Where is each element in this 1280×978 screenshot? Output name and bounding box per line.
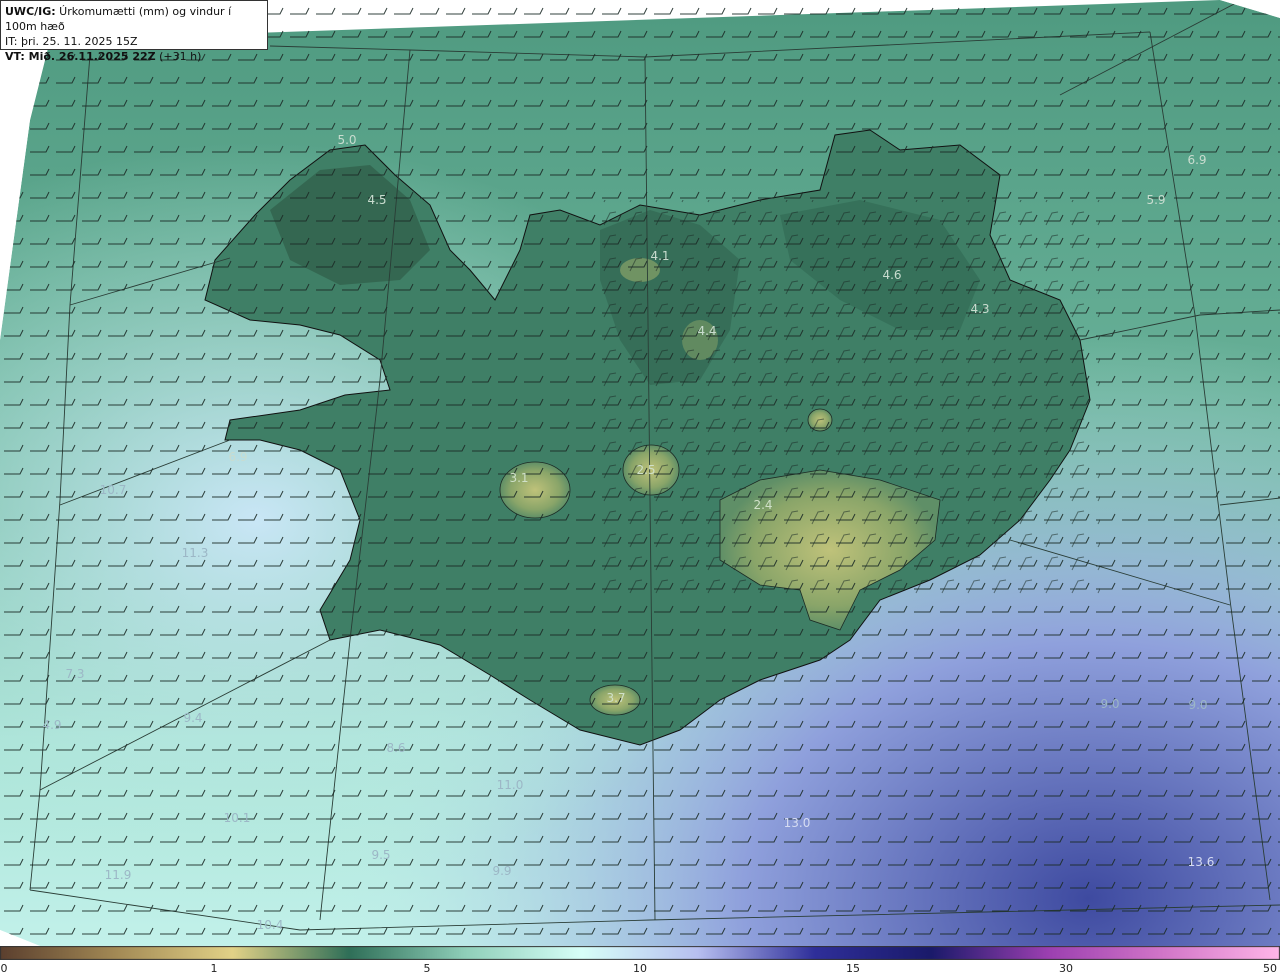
map-info-box: UWC/IG: Úrkomumætti (mm) og vindur í 100… [0, 0, 268, 63]
value-label: 4.5 [367, 193, 387, 207]
value-label: 13.6 [1187, 855, 1215, 869]
value-label: 5.0 [337, 133, 357, 147]
valid-time: VT: Mið. 26.11.2025 22Z (+31 h) [5, 50, 202, 63]
value-label: 9.9 [492, 864, 512, 878]
value-label: 9.4 [183, 711, 203, 725]
precipitation-wind-map[interactable]: 5.0 4.5 4.1 4.6 4.3 6.9 5.9 4.4 3.1 2.5 … [0, 0, 1280, 946]
colorbar-tick: 15 [846, 962, 860, 975]
value-label: 3.1 [509, 471, 529, 485]
colorbar-tick: 1 [210, 962, 218, 975]
value-label: 5.9 [1146, 193, 1166, 207]
value-label: 3.7 [606, 691, 626, 705]
issue-time: IT: þri. 25. 11. 2025 15Z [5, 35, 138, 48]
product-title: UWC/IG: Úrkomumætti (mm) og vindur í 100… [5, 5, 232, 33]
value-label: 2.4 [753, 498, 773, 512]
value-label: 11.0 [496, 778, 524, 792]
value-label: 11.3 [181, 546, 209, 560]
value-label: 4.4 [697, 324, 717, 338]
value-label: 4.3 [970, 302, 990, 316]
value-label: 13.0 [783, 816, 811, 830]
colorbar-tick: 50 [1263, 962, 1277, 975]
value-label: 6.9 [1187, 153, 1207, 167]
value-label: 9.5 [371, 848, 391, 862]
value-label: 11.9 [104, 868, 132, 882]
colorbar-tick: 10 [633, 962, 647, 975]
value-label: 6.9 [228, 450, 248, 464]
value-label: 9.0 [1188, 698, 1208, 712]
colorbar-tick: 5 [423, 962, 431, 975]
value-label: 2.5 [636, 463, 656, 477]
value-label: 4.9 [42, 718, 62, 732]
value-label: 7.3 [65, 667, 85, 681]
value-label: 10.1 [223, 811, 251, 825]
value-label: 10.7 [99, 483, 127, 497]
colorbar-tick: 0 [0, 962, 8, 975]
value-label: 8.6 [386, 741, 406, 755]
value-label: 10.4 [256, 918, 284, 932]
precipitation-colorbar [0, 946, 1280, 960]
value-label: 4.6 [882, 268, 902, 282]
colorbar-tick: 30 [1059, 962, 1073, 975]
value-label: 4.1 [650, 249, 670, 263]
value-label: 9.0 [1100, 697, 1120, 711]
